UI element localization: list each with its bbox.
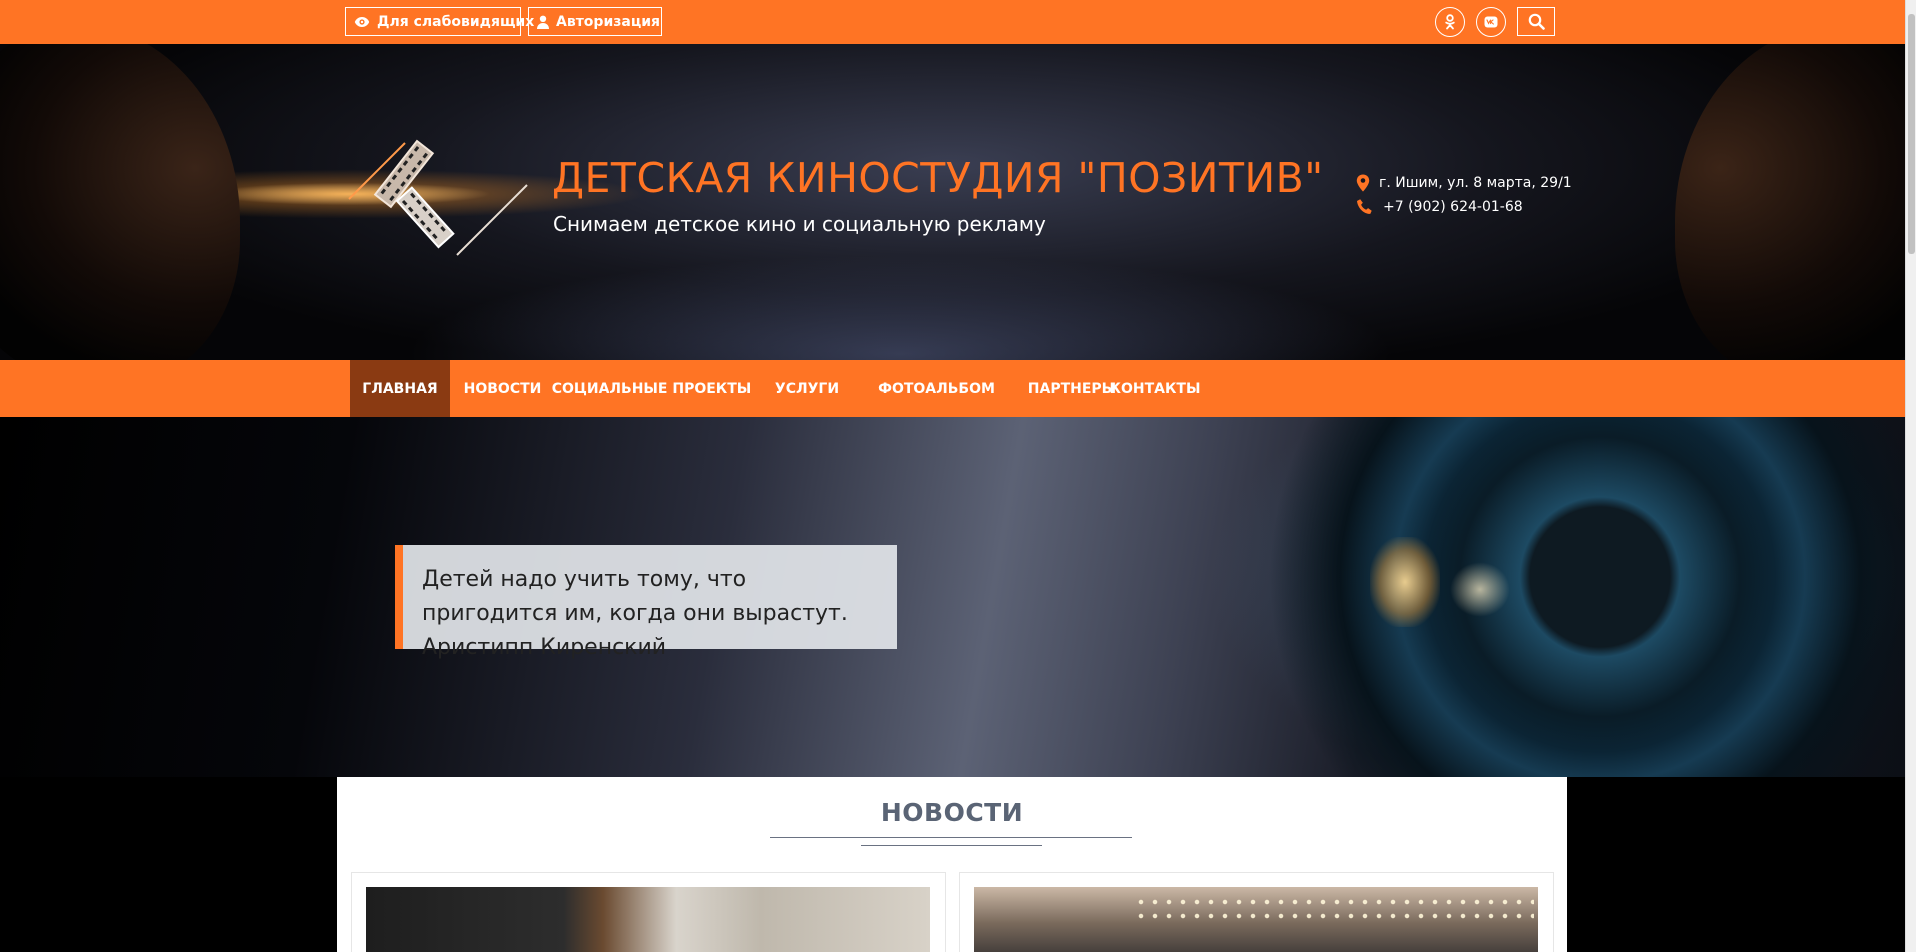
odnoklassniki-link[interactable] <box>1435 7 1465 37</box>
search-icon <box>1528 13 1545 30</box>
login-label: Авторизация <box>556 13 661 30</box>
news-heading: НОВОСТИ <box>880 798 1024 827</box>
scrollbar-thumb[interactable] <box>1908 14 1915 254</box>
news-card-image[interactable] <box>366 887 930 952</box>
page-scrollbar[interactable] <box>1905 0 1916 952</box>
film-strip-logo[interactable] <box>345 119 535 269</box>
hero-quote: Детей надо учить тому, что пригодится им… <box>395 545 897 660</box>
heading-divider-long <box>770 837 1132 838</box>
user-icon <box>537 15 549 29</box>
odnoklassniki-icon <box>1445 14 1455 30</box>
accessibility-label: Для слабовидящих <box>377 13 535 30</box>
top-bar: Для слабовидящих Авторизация <box>0 0 1905 44</box>
heading-divider-short <box>861 845 1042 846</box>
search-button[interactable] <box>1517 7 1555 36</box>
login-button[interactable]: Авторизация <box>528 7 662 36</box>
nav-item-home[interactable]: ГЛАВНАЯ <box>350 360 450 417</box>
vk-icon <box>1484 16 1498 28</box>
lens-flare-small <box>1450 562 1510 617</box>
site-slogan: Снимаем детское кино и социальную реклам… <box>553 212 1046 236</box>
news-section: НОВОСТИ <box>337 777 1567 952</box>
vk-link[interactable] <box>1476 7 1506 37</box>
eye-icon <box>354 16 370 27</box>
lens-flare <box>1370 537 1440 627</box>
header-silhouette-right <box>1675 44 1905 360</box>
accessibility-button[interactable]: Для слабовидящих <box>345 7 534 36</box>
string-lights <box>1134 895 1534 925</box>
nav-item-social-projects[interactable]: СОЦИАЛЬНЫЕ ПРОЕКТЫ <box>552 360 752 417</box>
address-text: г. Ишим, ул. 8 марта, 29/1 <box>1379 175 1572 191</box>
nav-item-photo-album[interactable]: ФОТОАЛЬБОМ <box>866 360 1007 417</box>
phone-icon <box>1357 199 1372 214</box>
header-silhouette-left <box>0 44 240 360</box>
site-header: ДЕТСКАЯ КИНОСТУДИЯ "ПОЗИТИВ" Снимаем дет… <box>0 44 1905 360</box>
address-line: г. Ишим, ул. 8 марта, 29/1 <box>1356 174 1572 192</box>
news-card-image[interactable] <box>974 887 1538 952</box>
page: Для слабовидящих Авторизация ДЕТСКАЯ КИН… <box>0 0 1916 952</box>
phone-line: +7 (902) 624-01-68 <box>1356 198 1523 216</box>
phone-text[interactable]: +7 (902) 624-01-68 <box>1383 199 1523 215</box>
news-card[interactable] <box>351 872 946 952</box>
site-title[interactable]: ДЕТСКАЯ КИНОСТУДИЯ "ПОЗИТИВ" <box>552 154 1324 202</box>
nav-item-contacts[interactable]: КОНТАКТЫ <box>1110 360 1201 417</box>
map-pin-icon <box>1356 174 1370 192</box>
nav-item-services[interactable]: УСЛУГИ <box>748 360 866 417</box>
main-nav: ГЛАВНАЯ НОВОСТИ СОЦИАЛЬНЫЕ ПРОЕКТЫ УСЛУГ… <box>0 360 1905 417</box>
news-card[interactable] <box>959 872 1554 952</box>
nav-item-news[interactable]: НОВОСТИ <box>450 360 555 417</box>
hero-slider[interactable]: Детей надо учить тому, что пригодится им… <box>0 417 1905 777</box>
